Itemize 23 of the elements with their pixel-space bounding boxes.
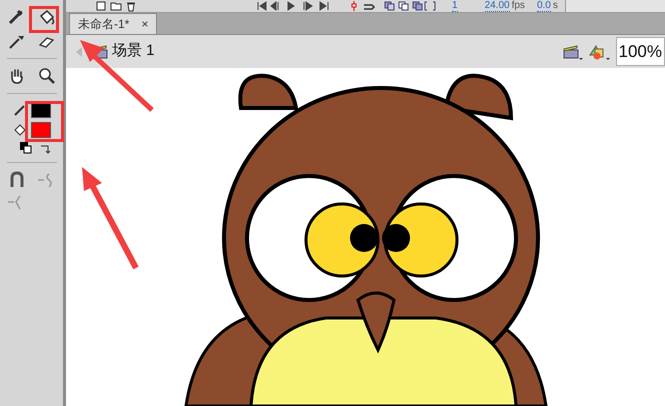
frame-rate-unit: fps [512, 1, 525, 11]
folder-icon[interactable] [110, 1, 122, 11]
elapsed-time-unit: s [552, 1, 558, 11]
scrollbar[interactable] [565, 0, 665, 12]
current-frame[interactable]: 1 [452, 0, 458, 12]
highlight-frame [25, 101, 64, 142]
scene-label: 场景 1 [112, 41, 155, 62]
onion-skin-icon[interactable] [384, 1, 436, 11]
default-colors-icon[interactable] [20, 142, 32, 154]
highlight-frame [29, 6, 59, 33]
frame-rate-value[interactable]: 24.00 [484, 0, 510, 12]
trash-icon[interactable] [126, 0, 136, 12]
elapsed-time-value[interactable]: 0.0 [536, 0, 551, 12]
edit-scene-icon[interactable] [562, 42, 584, 60]
zoom-field[interactable]: 100% [616, 37, 665, 66]
fill-color-swatch[interactable] [30, 122, 50, 138]
edit-symbols-icon[interactable] [588, 42, 612, 60]
new-layer-icon[interactable] [96, 1, 106, 11]
zoom-icon[interactable] [38, 67, 56, 85]
magnet-icon[interactable] [8, 171, 24, 189]
close-tab-button[interactable]: × [141, 15, 148, 33]
playhead-icon[interactable] [350, 1, 358, 11]
document-tab[interactable]: 未命名-1* × [69, 13, 158, 34]
